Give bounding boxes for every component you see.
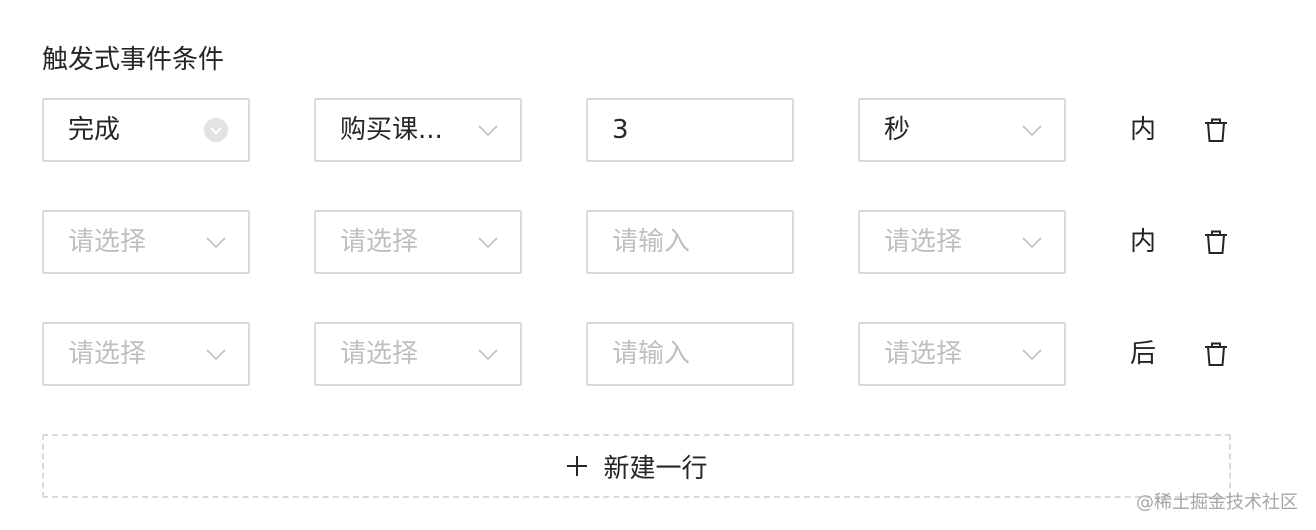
chevron-down-icon <box>1020 230 1044 254</box>
event-select-placeholder: 请选择 <box>68 227 147 257</box>
event-select-value: 完成 <box>68 115 121 145</box>
time-suffix: 内 <box>1130 227 1157 257</box>
unit-select[interactable]: 秒 <box>858 98 1066 162</box>
course-select-placeholder: 请选择 <box>340 227 419 257</box>
unit-select-placeholder: 请选择 <box>884 339 963 369</box>
trash-icon[interactable] <box>1202 228 1230 256</box>
course-select-placeholder: 请选择 <box>340 339 419 369</box>
section-title: 触发式事件条件 <box>42 45 225 75</box>
chevron-down-icon <box>1020 342 1044 366</box>
course-select[interactable]: 购买课... <box>314 98 522 162</box>
unit-select-value: 秒 <box>884 115 911 145</box>
number-input[interactable]: 3 <box>586 98 794 162</box>
condition-row: 完成 购买课... 3 秒 内 <box>42 98 1242 162</box>
number-input-placeholder: 请输入 <box>612 339 691 369</box>
chevron-down-icon <box>204 342 228 366</box>
watermark: @稀土掘金技术社区 <box>1136 492 1298 513</box>
event-select[interactable]: 完成 <box>42 98 250 162</box>
add-row-label: 新建一行 <box>603 453 708 484</box>
number-input-placeholder: 请输入 <box>612 227 691 257</box>
unit-select[interactable]: 请选择 <box>858 322 1066 386</box>
event-select[interactable]: 请选择 <box>42 322 250 386</box>
chevron-down-icon <box>476 342 500 366</box>
time-suffix: 后 <box>1130 339 1157 369</box>
condition-row: 请选择 请选择 请输入 请选择 内 <box>42 210 1242 274</box>
chevron-down-icon <box>1020 118 1044 142</box>
trash-icon[interactable] <box>1202 340 1230 368</box>
unit-select[interactable]: 请选择 <box>858 210 1066 274</box>
chevron-down-icon[interactable] <box>204 118 228 142</box>
course-select[interactable]: 请选择 <box>314 210 522 274</box>
event-select-placeholder: 请选择 <box>68 339 147 369</box>
event-select[interactable]: 请选择 <box>42 210 250 274</box>
course-select[interactable]: 请选择 <box>314 322 522 386</box>
number-input[interactable]: 请输入 <box>586 210 794 274</box>
chevron-down-icon <box>476 230 500 254</box>
time-suffix: 内 <box>1130 115 1157 145</box>
trash-icon[interactable] <box>1202 116 1230 144</box>
add-row-button[interactable]: 新建一行 <box>42 434 1231 498</box>
number-input[interactable]: 请输入 <box>586 322 794 386</box>
add-row-content: 新建一行 <box>565 448 708 485</box>
condition-row: 请选择 请选择 请输入 请选择 后 <box>42 322 1242 386</box>
course-select-value: 购买课... <box>340 115 443 145</box>
plus-icon <box>565 454 589 478</box>
unit-select-placeholder: 请选择 <box>884 227 963 257</box>
chevron-down-icon <box>204 230 228 254</box>
chevron-down-icon <box>476 118 500 142</box>
number-input-value: 3 <box>612 115 629 145</box>
